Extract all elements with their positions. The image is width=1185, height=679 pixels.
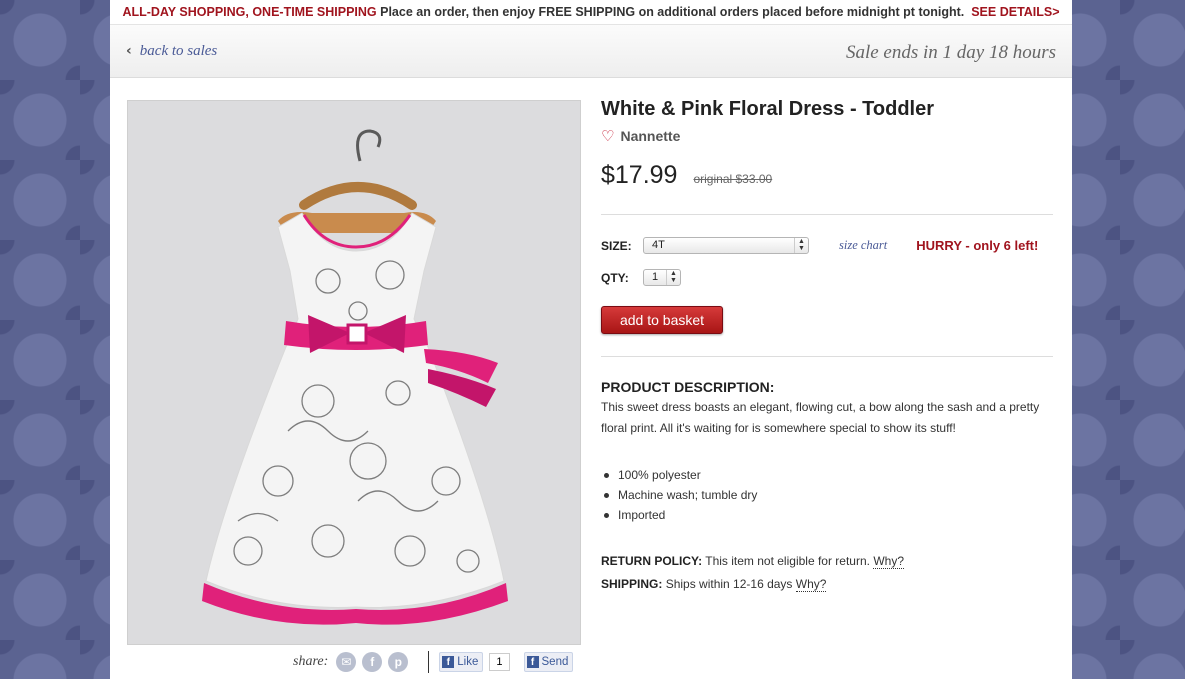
select-arrows-icon: ▲ ▼	[666, 270, 680, 285]
return-policy: RETURN POLICY: This item not eligible fo…	[601, 554, 1053, 569]
brand-name[interactable]: Nannette	[620, 128, 680, 144]
like-count: 1	[489, 653, 510, 671]
divider	[601, 356, 1053, 357]
like-label: Like	[457, 656, 479, 668]
see-details-link[interactable]: SEE DETAILS>	[971, 5, 1059, 19]
size-chart-link[interactable]: size chart	[839, 238, 887, 253]
qty-row: QTY: 1 ▲ ▼	[601, 269, 1053, 286]
facebook-logo-icon: f	[526, 656, 539, 668]
send-label: Send	[541, 656, 569, 668]
add-to-basket-button[interactable]: add to basket	[601, 306, 723, 334]
price-row: $17.99 original $33.00	[601, 161, 1053, 190]
heart-icon[interactable]: ♡	[601, 127, 614, 145]
back-to-sales-link[interactable]: ‹ back to sales	[126, 43, 217, 60]
product-image[interactable]	[127, 100, 581, 645]
shipping-info: SHIPPING: Ships within 12-16 days Why?	[601, 577, 1053, 592]
page-container: ALL-DAY SHOPPING, ONE-TIME SHIPPING Plac…	[110, 0, 1072, 679]
chevron-left-icon: ‹	[126, 43, 132, 59]
sale-ends-text: Sale ends in 1 day 18 hours	[845, 42, 1056, 63]
return-text: This item not eligible for return.	[705, 554, 870, 568]
qty-value: 1	[652, 271, 659, 283]
size-value: 4T	[652, 239, 665, 251]
select-arrows-icon: ▲ ▼	[794, 238, 808, 253]
dress-illustration	[202, 129, 508, 625]
sale-price: $17.99	[601, 161, 678, 189]
promo-lead: ALL-DAY SHOPPING, ONE-TIME SHIPPING	[122, 5, 377, 19]
stock-warning: HURRY - only 6 left!	[916, 238, 1039, 253]
shipping-label: SHIPPING:	[601, 577, 663, 591]
divider	[601, 214, 1053, 215]
promo-free: FREE SHIPPING	[538, 5, 636, 19]
back-label: back to sales	[139, 43, 218, 59]
description-heading: PRODUCT DESCRIPTION:	[601, 379, 775, 395]
pinterest-icon[interactable]: p	[388, 652, 409, 672]
shipping-why-link[interactable]: Why?	[795, 577, 827, 592]
facebook-send-button[interactable]: f Send	[523, 652, 574, 672]
list-item: Machine wash; tumble dry	[601, 485, 1053, 505]
facebook-like-button[interactable]: f Like	[439, 652, 484, 672]
facebook-logo-icon: f	[442, 656, 455, 668]
sub-header: ‹ back to sales Sale ends in 1 day 18 hou…	[110, 25, 1072, 78]
product-title: White & Pink Floral Dress - Toddler	[601, 98, 935, 120]
product-info: White & Pink Floral Dress - Toddler ♡ Na…	[601, 98, 1053, 592]
promo-tail: on additional orders placed before midni…	[638, 5, 965, 19]
return-why-link[interactable]: Why?	[873, 554, 905, 569]
size-row: SIZE: 4T ▲ ▼ size chart HURRY - only 6 le…	[601, 237, 1053, 254]
size-select[interactable]: 4T ▲ ▼	[643, 237, 809, 254]
qty-select[interactable]: 1 ▲ ▼	[643, 269, 681, 286]
list-item: 100% polyester	[601, 465, 1053, 485]
brand-row: ♡ Nannette	[601, 127, 1053, 145]
return-label: RETURN POLICY:	[601, 554, 703, 568]
qty-label: QTY:	[601, 270, 629, 285]
share-bar: share: ✉ f p f Like 1 f Send	[293, 650, 574, 674]
email-icon[interactable]: ✉	[336, 652, 357, 672]
list-item: Imported	[601, 505, 1053, 525]
promo-text: Place an order, then enjoy	[380, 5, 536, 19]
feature-list: 100% polyester Machine wash; tumble dry …	[601, 465, 1053, 525]
size-label: SIZE:	[601, 238, 632, 253]
share-label: share:	[293, 654, 329, 669]
facebook-icon[interactable]: f	[362, 652, 383, 672]
description-body: This sweet dress boasts an elegant, flow…	[601, 400, 1040, 435]
promo-banner: ALL-DAY SHOPPING, ONE-TIME SHIPPING Plac…	[110, 0, 1072, 25]
shipping-text: Ships within 12-16 days	[665, 577, 793, 591]
divider	[428, 651, 430, 673]
original-price: original $33.00	[693, 172, 773, 186]
